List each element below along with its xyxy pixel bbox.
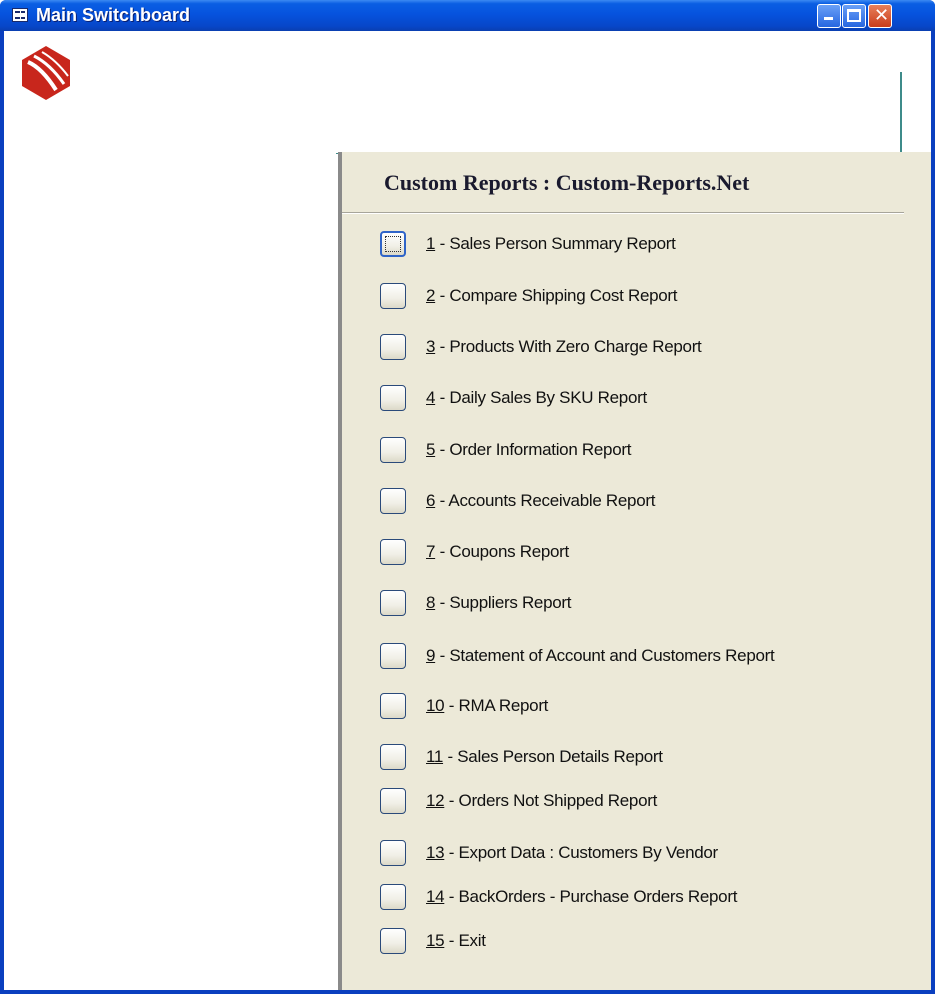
maximize-button[interactable]: [842, 4, 866, 28]
switchboard-panel: Custom Reports : Custom-Reports.Net 1 - …: [338, 152, 931, 990]
menu-button-10[interactable]: [380, 693, 406, 719]
menu-button-13[interactable]: [380, 840, 406, 866]
menu-label-9: 9 - Statement of Account and Customers R…: [426, 646, 775, 665]
menu-label-12: 12 - Orders Not Shipped Report: [426, 791, 658, 810]
menu-label-13: 13 - Export Data : Customers By Vendor: [426, 843, 718, 862]
menu-item-5[interactable]: 5 - Order Information Report: [380, 436, 631, 464]
menu-item-1[interactable]: 1 - Sales Person Summary Report: [380, 230, 676, 258]
menu-label-7: 7 - Coupons Report: [426, 542, 569, 561]
menu-label-1: 1 - Sales Person Summary Report: [426, 234, 676, 253]
menu-button-15[interactable]: [380, 928, 406, 954]
menu-item-15[interactable]: 15 - Exit: [380, 927, 486, 955]
header-frame: [336, 72, 902, 154]
menu-item-9[interactable]: 9 - Statement of Account and Customers R…: [380, 642, 775, 670]
divider: [342, 212, 904, 214]
menu-item-3[interactable]: 3 - Products With Zero Charge Report: [380, 333, 702, 361]
menu-item-4[interactable]: 4 - Daily Sales By SKU Report: [380, 384, 647, 412]
menu-label-11: 11 - Sales Person Details Report: [426, 747, 663, 766]
menu-button-14[interactable]: [380, 884, 406, 910]
minimize-icon: [824, 17, 833, 20]
menu-label-10: 10 - RMA Report: [426, 696, 549, 715]
title-bar[interactable]: Main Switchboard ✕: [0, 0, 935, 31]
menu-button-11[interactable]: [380, 744, 406, 770]
menu-item-6[interactable]: 6 - Accounts Receivable Report: [380, 487, 655, 515]
menu-button-7[interactable]: [380, 539, 406, 565]
close-icon: ✕: [874, 5, 890, 26]
menu-label-15: 15 - Exit: [426, 931, 486, 950]
minimize-button[interactable]: [817, 4, 841, 28]
menu-button-2[interactable]: [380, 283, 406, 309]
menu-item-12[interactable]: 12 - Orders Not Shipped Report: [380, 787, 657, 815]
menu-item-14[interactable]: 14 - BackOrders - Purchase Orders Report: [380, 883, 737, 911]
menu-label-4: 4 - Daily Sales By SKU Report: [426, 388, 647, 407]
window-title: Main Switchboard: [36, 5, 191, 25]
maximize-icon: [847, 9, 861, 22]
menu-item-7[interactable]: 7 - Coupons Report: [380, 538, 569, 566]
menu-label-5: 5 - Order Information Report: [426, 440, 632, 459]
menu-label-3: 3 - Products With Zero Charge Report: [426, 337, 702, 356]
menu-button-5[interactable]: [380, 437, 406, 463]
menu-label-2: 2 - Compare Shipping Cost Report: [426, 286, 678, 305]
menu-button-8[interactable]: [380, 590, 406, 616]
menu-button-9[interactable]: [380, 643, 406, 669]
menu-button-12[interactable]: [380, 788, 406, 814]
menu-item-8[interactable]: 8 - Suppliers Report: [380, 589, 571, 617]
menu-button-3[interactable]: [380, 334, 406, 360]
switchboard-window: Main Switchboard ✕ Custom Reports : Cust…: [0, 0, 935, 994]
menu-item-2[interactable]: 2 - Compare Shipping Cost Report: [380, 282, 678, 310]
menu-item-11[interactable]: 11 - Sales Person Details Report: [380, 743, 663, 771]
close-button[interactable]: ✕: [868, 4, 892, 28]
panel-title: Custom Reports : Custom-Reports.Net: [384, 170, 750, 195]
menu-label-8: 8 - Suppliers Report: [426, 593, 572, 612]
menu-label-14: 14 - BackOrders - Purchase Orders Report: [426, 887, 738, 906]
menu-button-4[interactable]: [380, 385, 406, 411]
menu-item-13[interactable]: 13 - Export Data : Customers By Vendor: [380, 839, 718, 867]
menu-item-10[interactable]: 10 - RMA Report: [380, 692, 548, 720]
form-icon: [12, 8, 28, 22]
menu-label-6: 6 - Accounts Receivable Report: [426, 491, 656, 510]
menu-button-1[interactable]: [380, 231, 406, 257]
company-logo-icon: [22, 46, 70, 100]
menu-button-6[interactable]: [380, 488, 406, 514]
